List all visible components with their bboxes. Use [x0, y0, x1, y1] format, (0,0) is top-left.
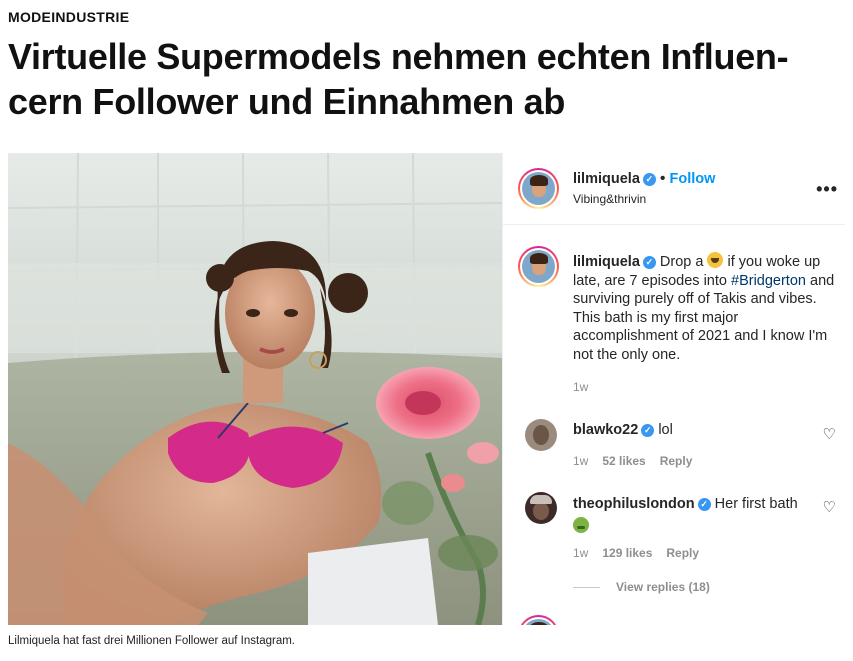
- comment-2-reply-button[interactable]: Reply: [666, 546, 699, 560]
- image-caption: Lilmiquela hat fast drei Millionen Follo…: [8, 635, 295, 647]
- next-comment-avatar[interactable]: [518, 615, 559, 625]
- verified-badge-icon: ✓: [641, 424, 655, 437]
- follow-button[interactable]: Follow: [670, 171, 716, 187]
- comment-2-text: Her first bath: [714, 496, 798, 512]
- comment-1: blawko22 ✓ lol: [573, 422, 673, 438]
- more-options-icon[interactable]: •••: [816, 179, 838, 200]
- post-sidebar: lilmiquela ✓ • Follow Vibing&thrivin ••• li…: [502, 153, 845, 625]
- instagram-embed: lilmiquela ✓ • Follow Vibing&thrivin ••• li…: [8, 153, 845, 625]
- header-username[interactable]: lilmiquela: [573, 171, 640, 187]
- lilmiquela-avatar[interactable]: [518, 168, 559, 209]
- post-photo[interactable]: [8, 153, 502, 625]
- header-subtitle: Vibing&thrivin: [573, 192, 647, 206]
- caption-time: 1w: [573, 380, 589, 394]
- view-replies-button[interactable]: View replies (18): [616, 580, 710, 594]
- comment-2-time: 1w: [573, 546, 589, 560]
- headline-text: Virtuelle Supermodels nehmen echten Infl…: [8, 36, 789, 122]
- view-replies-divider: [573, 587, 600, 588]
- verified-badge-icon: ✓: [697, 498, 711, 511]
- theophiluslondon-avatar[interactable]: [525, 492, 557, 524]
- caption-username[interactable]: lilmiquela: [573, 254, 640, 270]
- hashtag-link[interactable]: #Bridgerton: [731, 273, 806, 289]
- comment-2: theophiluslondon ✓ Her first bath: [573, 494, 813, 537]
- comment-1-meta: 1w 52 likes Reply: [573, 454, 692, 468]
- comment-2-username[interactable]: theophiluslondon: [573, 496, 695, 512]
- verified-badge-icon: ✓: [642, 256, 656, 269]
- headline[interactable]: Virtuelle Supermodels nehmen echten Infl…: [8, 34, 838, 124]
- comment-2-like-heart-icon[interactable]: ♡: [823, 498, 836, 516]
- post-caption: lilmiquela ✓ Drop a if you woke up late, …: [573, 252, 839, 364]
- comment-1-like-heart-icon[interactable]: ♡: [823, 425, 836, 443]
- post-header: lilmiquela ✓ • Follow Vibing&thrivin •••: [503, 153, 845, 225]
- comment-1-time: 1w: [573, 454, 589, 468]
- blawko22-avatar[interactable]: [525, 419, 557, 451]
- comment-1-likes[interactable]: 52 likes: [602, 454, 645, 468]
- kicker: MODEINDUSTRIE: [8, 9, 130, 25]
- verified-badge-icon: ✓: [642, 173, 656, 186]
- separator-dot: •: [659, 170, 666, 187]
- comment-1-reply-button[interactable]: Reply: [660, 454, 693, 468]
- header-user-line: lilmiquela ✓ • Follow: [573, 170, 715, 188]
- nauseated-face-emoji-icon: [573, 517, 589, 533]
- tired-face-emoji-icon: [707, 252, 724, 268]
- caption-text-before: Drop a: [659, 254, 704, 270]
- comment-1-text: lol: [658, 422, 673, 438]
- caption-avatar[interactable]: [518, 246, 559, 287]
- comment-1-username[interactable]: blawko22: [573, 422, 638, 438]
- comment-2-meta: 1w 129 likes Reply: [573, 546, 699, 560]
- comment-2-likes[interactable]: 129 likes: [602, 546, 652, 560]
- bathtub-photo: [8, 153, 502, 625]
